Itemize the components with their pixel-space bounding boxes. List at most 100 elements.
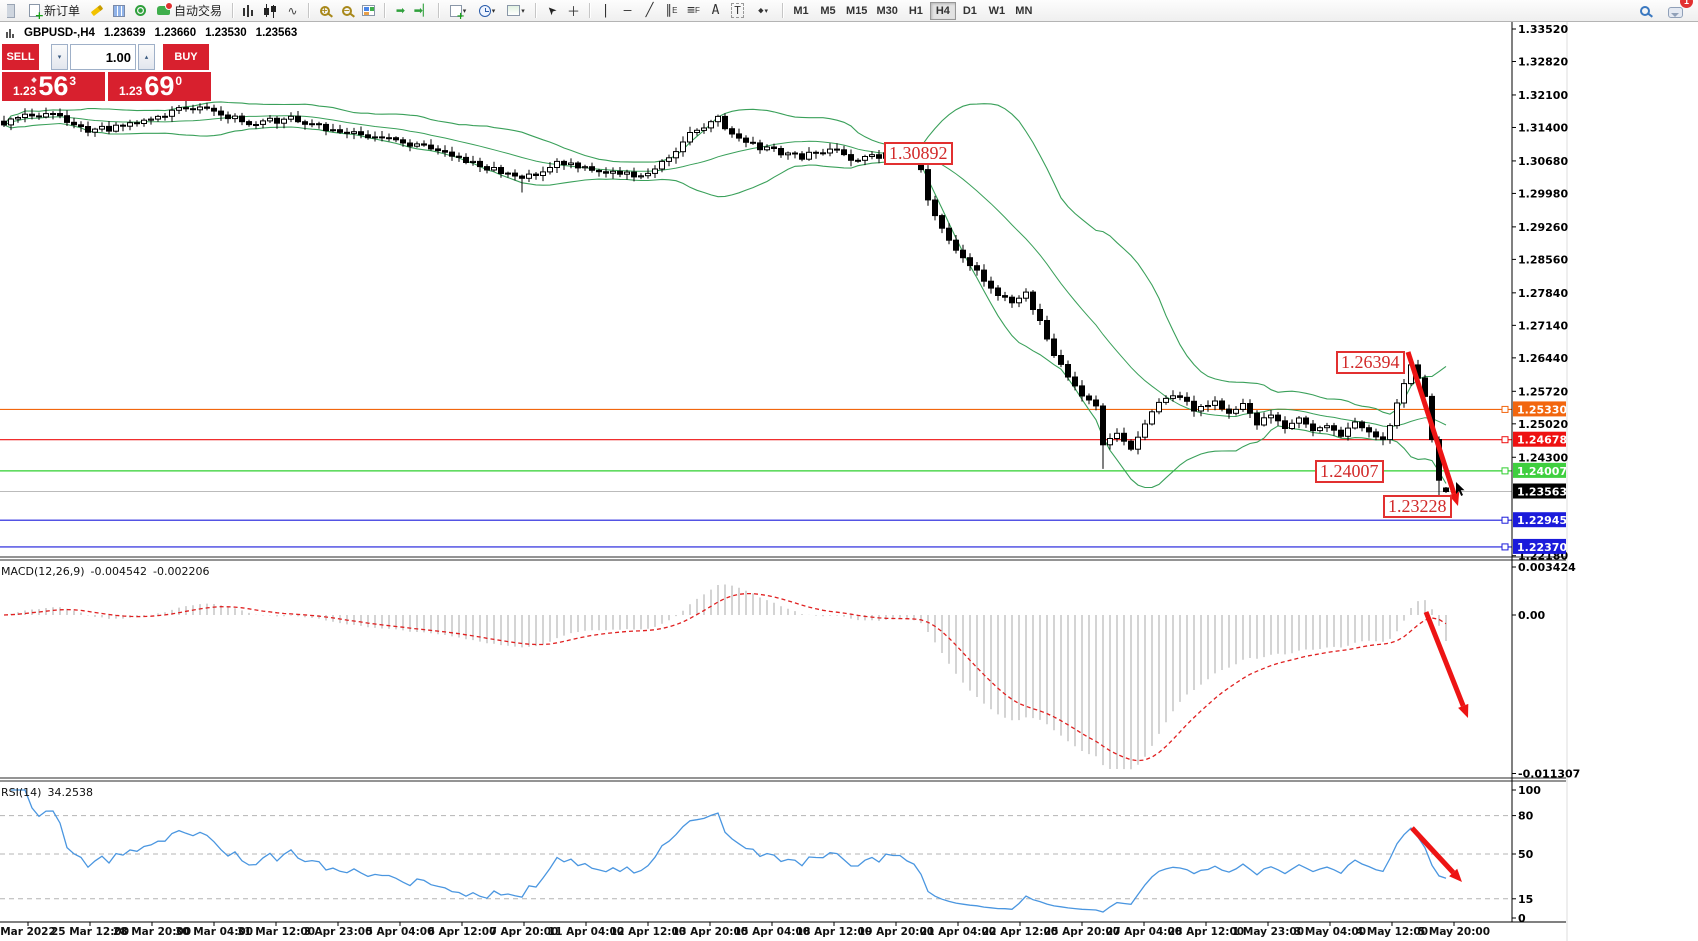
arrows-tool[interactable]: ◆▾ (749, 1, 777, 21)
indicators-button[interactable]: ▾ (444, 1, 472, 21)
highlighter-button[interactable] (86, 1, 107, 21)
trend-arrow[interactable] (1426, 612, 1463, 706)
timeframe-mn[interactable]: MN (1011, 2, 1037, 20)
timeframe-m5[interactable]: M5 (815, 2, 841, 20)
volume-increase-button[interactable]: ▴ (138, 44, 155, 70)
chart-shift-button[interactable]: ➡▏ (412, 1, 433, 21)
notification-badge: 1 (1680, 0, 1693, 8)
fibonacci-tool[interactable]: ≡F (683, 1, 704, 21)
price-tick-label: 1.25720 (1518, 385, 1568, 398)
line-chart-icon: ∿ (288, 4, 298, 18)
volume-input[interactable] (70, 44, 136, 70)
label-tool[interactable]: T (727, 1, 748, 21)
vertical-line-tool[interactable]: | (595, 1, 616, 21)
sell-price-sup: 3 (69, 74, 76, 88)
sell-button[interactable]: SELL (2, 44, 39, 70)
buy-price-small: 1.23 (119, 84, 142, 99)
channel-tool[interactable]: ∥E (661, 1, 682, 21)
timeframe-m1[interactable]: M1 (788, 2, 814, 20)
macd-axis-label: 0.00 (1518, 609, 1545, 622)
price-callout[interactable]: 1.30892 (884, 142, 953, 165)
new-order-icon (29, 4, 40, 17)
tile-windows-button[interactable] (358, 1, 379, 21)
hline-handle[interactable] (1502, 406, 1508, 412)
price-badge-label: 1.22945 (1517, 514, 1567, 527)
rsi-axis-label: 0 (1518, 912, 1526, 925)
sell-price-small: 1.23 (13, 84, 36, 99)
candlestick-chart-button[interactable] (260, 1, 281, 21)
price-badge-label: 1.24007 (1517, 465, 1567, 478)
spread-marker (31, 77, 37, 83)
hline-handle[interactable] (1502, 468, 1508, 474)
timeframe-h1[interactable]: H1 (903, 2, 929, 20)
crosshair-tool[interactable]: ＋ (563, 1, 584, 21)
text-tool[interactable]: A (705, 1, 726, 21)
label-tool-icon: T (731, 3, 744, 18)
channel-label: E (672, 6, 677, 15)
macd-axis-label: -0.011307 (1518, 768, 1580, 781)
bollinger-lower-band (4, 124, 1446, 488)
rsi-axis-label: 100 (1518, 784, 1541, 797)
market-depth-button[interactable] (108, 1, 129, 21)
autotrading-button[interactable]: 自动交易 (152, 1, 227, 21)
clock-icon (479, 5, 491, 17)
timeframe-w1[interactable]: W1 (984, 2, 1010, 20)
auto-scroll-button[interactable]: ➡ (390, 1, 411, 21)
buy-price-sup: 0 (175, 74, 182, 88)
timeframe-m30[interactable]: M30 (872, 2, 901, 20)
toolbar: 新订单 自动交易 ∿ + − ➡ ➡▏ ▾ ▾ ▾ ➤ ＋ | — ╱ ∥E ≡… (0, 0, 1698, 22)
buy-price-big: 69 (144, 74, 174, 99)
macd-axis-label: 0.003424 (1518, 561, 1576, 574)
signals-button[interactable] (130, 1, 151, 21)
templates-button[interactable]: ▾ (502, 1, 530, 21)
vertical-line-icon: | (602, 3, 610, 18)
price-tick-label: 1.30680 (1518, 155, 1568, 168)
rsi-axis-label: 50 (1518, 848, 1534, 861)
trendline-tool[interactable]: ╱ (639, 1, 660, 21)
chevron-down-icon: ▾ (492, 7, 496, 15)
hline-handle[interactable] (1502, 517, 1508, 523)
time-axis-label: 5 May 20:00 (1418, 926, 1490, 938)
timeframe-d1[interactable]: D1 (957, 2, 983, 20)
hline-handle[interactable] (1502, 437, 1508, 443)
line-chart-button[interactable]: ∿ (282, 1, 303, 21)
zoom-in-icon: + (320, 6, 330, 16)
zoom-out-button[interactable]: − (336, 1, 357, 21)
trend-arrow-head[interactable] (1458, 704, 1468, 718)
new-order-button[interactable]: 新订单 (24, 1, 85, 21)
price-callout[interactable]: 1.26394 (1336, 351, 1405, 374)
horizontal-line-tool[interactable]: — (617, 1, 638, 21)
chart-shift-icon: ➡▏ (414, 4, 432, 17)
timeframe-h4[interactable]: H4 (930, 2, 956, 20)
buy-price-display[interactable]: 1.23 69 0 (108, 72, 211, 101)
tile-windows-icon (362, 5, 375, 16)
clipped-window-icon[interactable] (2, 1, 23, 21)
price-callout[interactable]: 1.23228 (1383, 495, 1452, 518)
sell-price-big: 56 (38, 74, 68, 99)
chart-canvas: 1.335201.328201.321001.314001.306801.299… (0, 22, 1698, 941)
price-callout[interactable]: 1.24007 (1315, 460, 1384, 483)
zoom-in-button[interactable]: + (314, 1, 335, 21)
search-button[interactable] (1634, 1, 1655, 21)
auto-scroll-icon: ➡ (396, 4, 405, 17)
price-tick-label: 1.27840 (1518, 287, 1568, 300)
volume-decrease-button[interactable]: ▾ (51, 44, 68, 70)
price-tick-label: 1.31400 (1518, 121, 1568, 134)
time-axis: Mar 202225 Mar 12:0028 Mar 20:0030 Mar 0… (0, 922, 1490, 938)
notifications-button[interactable]: 1 (1665, 1, 1686, 21)
hline-handle[interactable] (1502, 544, 1508, 550)
sell-price-display[interactable]: 1.23 56 3 (2, 72, 105, 101)
ohlc-high: 1.23660 (155, 27, 197, 39)
chart-title-bar: GBPUSD-,H4 1.23639 1.23660 1.23530 1.235… (6, 27, 297, 39)
trend-arrow[interactable] (1408, 352, 1454, 494)
indicator-panels: 0.0034240.00-0.0113071008050150 (0, 561, 1580, 925)
periods-button[interactable]: ▾ (473, 1, 501, 21)
indicators-icon (450, 5, 462, 17)
price-badge-label: 1.24678 (1517, 434, 1567, 447)
cursor-tool[interactable]: ➤ (541, 1, 562, 21)
timeframe-m15[interactable]: M15 (842, 2, 871, 20)
bar-chart-button[interactable] (238, 1, 259, 21)
time-axis-label: 6 Apr 12:00 (428, 926, 497, 938)
symbol-period: GBPUSD-,H4 (24, 27, 95, 39)
buy-button[interactable]: BUY (163, 44, 209, 70)
